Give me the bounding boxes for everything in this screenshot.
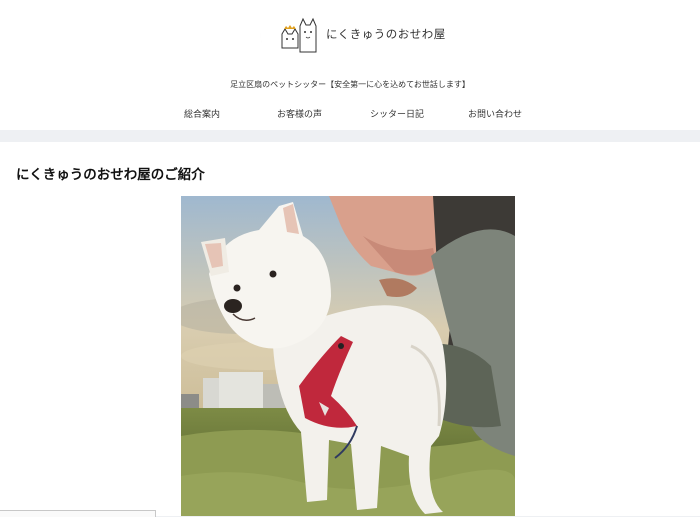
nav-item-overview[interactable]: 総合案内 xyxy=(184,107,220,120)
page-title: にくきゅうのおせわ屋のご紹介 xyxy=(16,167,205,183)
main-nav: 総合案内 お客様の声 シッター日記 お問い合わせ xyxy=(155,107,545,121)
site-header: にくきゅうのおせわ屋 足立区扇のペットシッター【安全第一に心を込めてお世話します… xyxy=(0,0,700,130)
nav-item-testimonials[interactable]: お客様の声 xyxy=(277,107,322,120)
nav-item-sitter-diary[interactable]: シッター日記 xyxy=(370,107,424,120)
white-dog-photo-icon xyxy=(181,196,515,516)
nav-item-contact[interactable]: お問い合わせ xyxy=(468,107,522,120)
site-logo[interactable]: にくきゅうのおせわ屋 xyxy=(258,4,445,62)
main-content: にくきゅうのおせわ屋のご紹介 xyxy=(0,142,700,516)
site-tagline: 足立区扇のペットシッター【安全第一に心を込めてお世話します】 xyxy=(230,80,470,89)
cat-dog-logo-icon xyxy=(260,7,317,59)
intro-photo xyxy=(181,196,515,516)
logo-text: にくきゅうのおせわ屋 xyxy=(326,27,446,41)
